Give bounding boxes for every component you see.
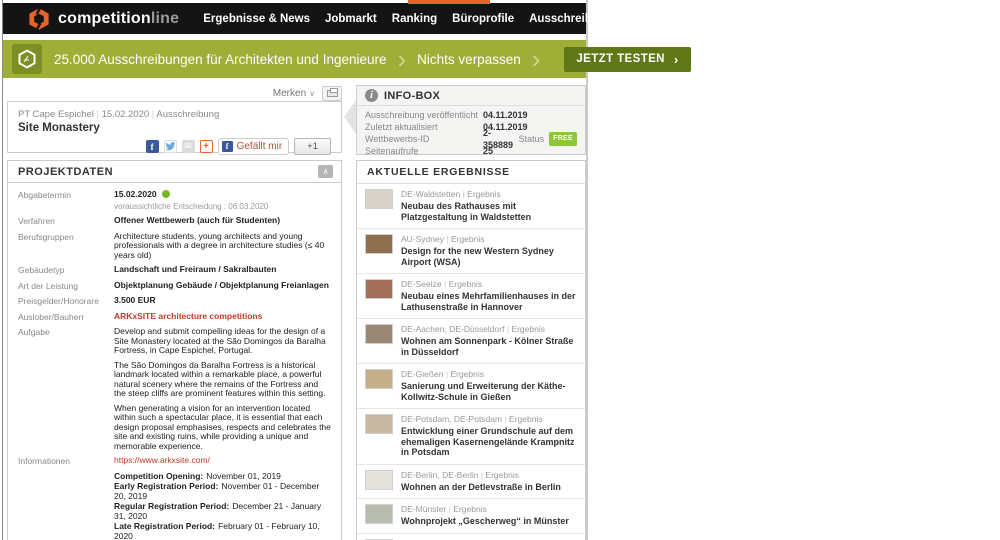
info-row: Seitenaufrufe 25: [365, 146, 494, 155]
facebook-icon: f: [221, 141, 233, 152]
field-gebaeudetyp: Gebäudetyp Landschaft und Freiraum / Sak…: [18, 264, 277, 275]
email-share-icon[interactable]: ✉: [181, 140, 195, 153]
projektdaten-body: Abgabetermin 15.02.2020 voraussichtliche…: [8, 183, 341, 540]
result-list-item[interactable]: DE-Aachen, DE-DüsseldorfErgebnis Wohnen …: [357, 319, 585, 364]
result-thumbnail: [365, 504, 393, 524]
aufgabe-paragraph: Develop and submit compelling ideas for …: [114, 326, 326, 355]
listing-header: PT Cape Espichel15.02.2020Ausschreibung …: [7, 101, 342, 155]
page-title: Site Monastery: [18, 122, 100, 134]
result-thumbnail: [365, 234, 393, 254]
info-box-body: Ausschreibung veröffentlicht 04.11.2019 …: [357, 106, 585, 155]
nav-item-ergebnisse-news[interactable]: Ergebnisse & News: [203, 13, 310, 25]
result-list-item[interactable]: DE-Hamburg, DE-HamburgErgebnis HafenCity…: [357, 534, 585, 540]
info-icon: i: [365, 89, 378, 102]
facebook-like-button[interactable]: f Gefällt mir: [217, 138, 290, 155]
side-column: i INFO-BOX Ausschreibung veröffentlicht …: [356, 85, 586, 540]
result-thumbnail: [365, 324, 393, 344]
status-badge: Free: [549, 132, 577, 146]
chevron-separator-icon: ›: [397, 44, 407, 74]
add-share-icon[interactable]: +: [199, 140, 213, 153]
nav-item-ausschreibungen[interactable]: Ausschreibungen: [529, 13, 626, 25]
aktuelle-ergebnisse-title: AKTUELLE ERGEBNISSE: [357, 161, 585, 184]
decision-note: voraussichtliche Entscheidung : 06.03.20…: [114, 201, 269, 211]
aufgabe-paragraph: When generating a vision for an interven…: [114, 402, 331, 451]
result-list-item[interactable]: DE-MünsterErgebnis Wohnprojekt „Gescherw…: [357, 499, 585, 534]
result-list-item[interactable]: DE-GießenErgebnis Sanierung und Erweiter…: [357, 364, 585, 409]
result-list-item[interactable]: DE-SeelzeErgebnis Neubau eines Mehrfamil…: [357, 274, 585, 319]
nav-items: Ergebnisse & News Jobmarkt Ranking Bürop…: [203, 13, 626, 25]
merken-dropdown[interactable]: Merken ∨: [273, 88, 315, 99]
nav-item-jobmarkt[interactable]: Jobmarkt: [325, 13, 377, 25]
result-thumbnail: [365, 469, 393, 490]
nav-item-bueroprofile[interactable]: Büroprofile: [452, 13, 514, 25]
hamburger-menu-icon[interactable]: [694, 8, 712, 29]
chevron-separator-icon: ›: [531, 44, 541, 74]
brand-name: competitionline: [58, 9, 180, 27]
status-label: Status: [518, 134, 545, 144]
breadcrumb-location: PT Cape Espichel: [18, 109, 94, 120]
field-aufgabe: Aufgabe Develop and submit compelling id…: [18, 326, 331, 451]
breadcrumb: PT Cape Espichel15.02.2020Ausschreibung: [18, 109, 331, 120]
result-list-item[interactable]: DE-Potsdam, DE-PotsdamErgebnis Entwicklu…: [357, 409, 585, 465]
banner-tagline: Nichts verpassen: [417, 51, 521, 67]
banner-headline: 25.000 Ausschreibungen für Architekten u…: [54, 51, 387, 67]
info-box-header: i INFO-BOX: [357, 86, 585, 106]
print-button[interactable]: [322, 85, 342, 101]
facebook-share-icon[interactable]: f: [145, 140, 159, 153]
hexagon-logo-icon: [27, 6, 51, 31]
main-column: Merken ∨ PT Cape Espichel15.02.2020Aussc…: [7, 85, 342, 540]
projektdaten-header: PROJEKTDATEN ∧: [8, 161, 341, 183]
result-thumbnail: [365, 414, 393, 434]
google-plus-one-button[interactable]: +1: [294, 138, 331, 155]
field-informationen: Informationen https://www.arkxsite.com/ …: [18, 455, 331, 540]
projektdaten-title: PROJEKTDATEN: [18, 165, 114, 178]
field-art-der-leistung: Art der Leistung Objektplanung Gebäude /…: [18, 279, 329, 291]
collapse-panel-button[interactable]: ∧: [318, 165, 333, 178]
printer-icon: [326, 87, 338, 97]
info-box: i INFO-BOX Ausschreibung veröffentlicht …: [356, 85, 586, 155]
breadcrumb-type: Ausschreibung: [149, 109, 219, 120]
auslober-link[interactable]: ARKxSITE architecture competitions: [114, 311, 331, 323]
info-box-title: INFO-BOX: [384, 89, 441, 102]
deadline-date: 15.02.2020: [114, 189, 157, 199]
login-link[interactable]: Anmelden: [626, 13, 678, 25]
info-website-link[interactable]: https://www.arkxsite.com/: [114, 455, 210, 465]
chevron-down-icon: ∨: [309, 88, 315, 98]
social-share-row: f ✉ + f Gefällt mir +1: [18, 138, 331, 155]
listing-toolbar: Merken ∨: [7, 85, 342, 101]
aktuelle-ergebnisse-panel: AKTUELLE ERGEBNISSE DE-WaldstettenErgebn…: [356, 160, 586, 540]
field-preisgelder: Preisgelder/Honorare 3.500 EUR: [18, 295, 156, 306]
result-thumbnail: [365, 369, 393, 389]
deadline-status-dot: [161, 190, 170, 198]
twitter-share-icon[interactable]: [163, 140, 177, 153]
result-thumbnail: [365, 279, 393, 299]
nav-item-ranking[interactable]: Ranking: [392, 13, 437, 25]
result-thumbnail: [365, 189, 393, 209]
competition-schedule: Competition Opening: November 01, 2019 Ea…: [114, 470, 322, 540]
logo[interactable]: competitionline: [27, 6, 180, 31]
page: competitionline Ergebnisse & News Jobmar…: [2, 0, 712, 540]
field-verfahren: Verfahren Offener Wettbewerb (auch für S…: [18, 215, 281, 226]
jetzt-testen-button[interactable]: JETZT TESTEN ›: [564, 46, 691, 72]
result-list-item[interactable]: AU-SydneyErgebnis Design for the new Wes…: [357, 229, 585, 274]
info-row: Wettbewerbs-ID 2-358889 Status Free: [365, 128, 577, 150]
breadcrumb-date: 15.02.2020: [94, 109, 149, 120]
field-auslober: Auslober/Bauherr ARKxSITE architecture c…: [18, 311, 331, 323]
screenshot-canvas: competitionline Ergebnisse & News Jobmar…: [0, 0, 1000, 540]
info-row: Ausschreibung veröffentlicht 04.11.2019: [365, 110, 528, 120]
result-list-item[interactable]: DE-Berlin, DE-BerlinErgebnis Wohnen an d…: [357, 465, 585, 499]
field-berufsgruppen: Berufsgruppen Architecture students, you…: [18, 230, 325, 260]
projektdaten-panel: PROJEKTDATEN ∧ Abgabetermin 15.02.2020 v…: [7, 160, 342, 540]
result-list-item[interactable]: DE-WaldstettenErgebnis Neubau des Rathau…: [357, 184, 585, 229]
active-tab-indicator: [408, 0, 490, 4]
promo-banner: 25.000 Ausschreibungen für Architekten u…: [3, 40, 691, 78]
field-abgabetermin: Abgabetermin 15.02.2020 voraussichtliche…: [18, 189, 331, 211]
collapse-sidebar-arrow[interactable]: [344, 100, 356, 134]
arrow-right-icon: ›: [673, 51, 679, 67]
top-nav: competitionline Ergebnisse & News Jobmar…: [3, 3, 712, 34]
aufgabe-paragraph: The São Domingos da Baralha Fortress is …: [114, 359, 326, 398]
banner-hexagon-icon: [12, 44, 42, 74]
